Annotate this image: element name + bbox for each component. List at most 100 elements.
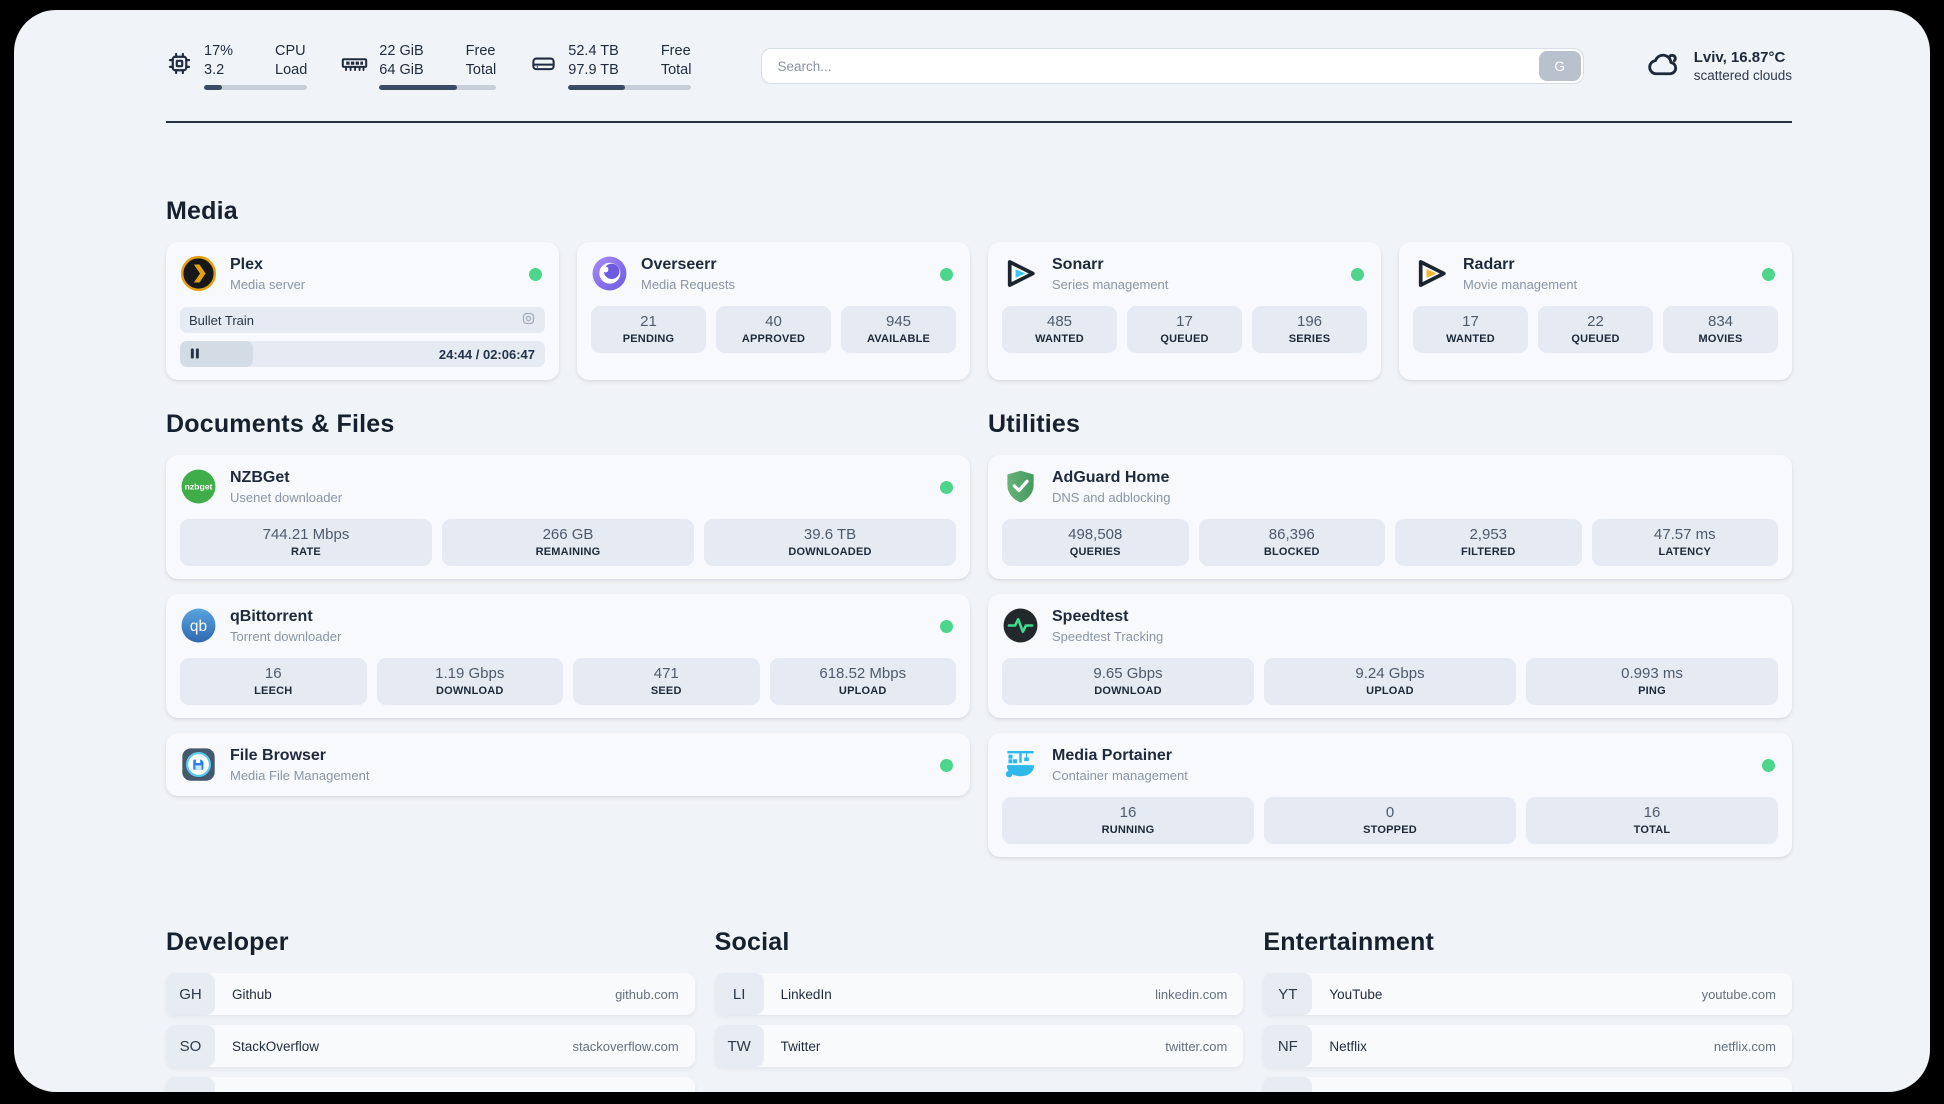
card-filebrowser[interactable]: File Browser Media File Management — [166, 733, 970, 796]
filebrowser-icon — [180, 746, 217, 783]
app-desc: Speedtest Tracking — [1052, 628, 1164, 644]
bookmark-linkedin[interactable]: LI LinkedIn linkedin.com — [714, 973, 1244, 1015]
app-desc: Media server — [230, 276, 306, 292]
stat-upload: 9.24 Gbps UPLOAD — [1264, 658, 1516, 705]
bookmark-url: dev.to — [644, 1091, 694, 1093]
stat-available: 945 AVAILABLE — [841, 306, 956, 353]
bookmark-name: Github — [232, 986, 272, 1002]
status-dot — [1351, 268, 1364, 281]
stat-rate: 744.21 Mbps RATE — [180, 519, 432, 566]
app-name: Media Portainer — [1052, 747, 1173, 765]
status-dot — [940, 268, 953, 281]
disk-label-1: Free — [660, 42, 691, 59]
ram-progress-bar — [379, 85, 497, 91]
app-name: AdGuard Home — [1052, 469, 1170, 487]
app-desc: Torrent downloader — [230, 628, 342, 644]
section-developer: Developer GH Github github.com SO StackO… — [166, 928, 695, 1092]
svg-text:qb: qb — [190, 618, 207, 635]
card-adguard[interactable]: AdGuard Home DNS and adblocking 498,508 Q… — [988, 455, 1792, 579]
cloud-icon — [1646, 46, 1682, 87]
stat-upload: 618.52 Mbps UPLOAD — [769, 658, 956, 705]
cpu-progress-bar — [204, 85, 308, 91]
cpu-label-1: CPU — [275, 42, 306, 59]
bookmark-url: reddit.com — [1715, 1091, 1792, 1093]
cpu-usage-value: 17% — [204, 42, 234, 59]
search-provider-button[interactable]: G — [1538, 51, 1581, 81]
card-nzbget[interactable]: nzbget NZBGet Usenet downloader 744.21 M… — [166, 455, 970, 579]
status-dot — [1762, 268, 1775, 281]
stat-blocked: 86,396 BLOCKED — [1198, 519, 1385, 566]
disk-free-value: 52.4 TB — [568, 42, 619, 59]
weather-widget[interactable]: Lviv, 16.87°C scattered clouds — [1646, 46, 1792, 87]
stat-leech: 16 LEECH — [180, 658, 367, 705]
bookmark-name: DEV — [215, 1091, 260, 1093]
overseerr-icon — [591, 255, 628, 292]
bookmark-url: netflix.com — [1713, 1038, 1776, 1054]
bookmark-url: github.com — [615, 986, 679, 1002]
sonarr-icon — [1002, 255, 1039, 292]
card-sonarr[interactable]: Sonarr Series management 485 WANTED 17 QUE… — [988, 242, 1381, 380]
search-input[interactable] — [761, 48, 1584, 84]
stat-download: 1.19 Gbps DOWNLOAD — [376, 658, 563, 705]
bookmark-abbr: DT — [166, 1077, 215, 1092]
bookmark-netflix[interactable]: NF Netflix netflix.com — [1263, 1025, 1792, 1067]
section-title-social: Social — [714, 928, 790, 956]
bookmark-youtube[interactable]: YT YouTube youtube.com — [1263, 973, 1792, 1015]
card-portainer[interactable]: Media Portainer Container management 16 R… — [988, 733, 1792, 857]
bookmark-twitter[interactable]: TW Twitter twitter.com — [714, 1025, 1244, 1067]
now-playing-row: Bullet Train — [180, 307, 545, 333]
cpu-load-value: 3.2 — [204, 62, 225, 78]
bookmark-name: Netflix — [1329, 1038, 1367, 1054]
playback-elapsed-pill — [180, 341, 253, 367]
app-name: Plex — [230, 256, 263, 274]
status-dot — [1762, 759, 1775, 772]
pause-icon[interactable] — [190, 347, 200, 362]
disk-label-2: Total — [660, 62, 692, 78]
section-title-utilities: Utilities — [988, 410, 1081, 438]
dashboard-page: 17% CPU 3.2 Load 22 GiB Free 64 GiB Tota… — [14, 10, 1930, 1092]
radarr-icon — [1413, 255, 1450, 292]
app-desc: Series management — [1052, 276, 1169, 292]
bookmark-reddit[interactable]: RE Reddit reddit.com — [1263, 1077, 1792, 1092]
ram-total-value: 64 GiB — [379, 62, 424, 78]
header-divider — [166, 121, 1792, 123]
bookmark-abbr: GH — [166, 973, 215, 1015]
search-bar: G — [761, 48, 1584, 84]
stat-latency: 47.57 ms LATENCY — [1591, 519, 1778, 566]
stat-approved: 40 APPROVED — [716, 306, 831, 353]
bookmark-url: youtube.com — [1701, 986, 1776, 1002]
bookmark-abbr: TW — [714, 1025, 764, 1067]
stat-downloaded: 39.6 TB DOWNLOADED — [704, 519, 956, 566]
ram-free-value: 22 GiB — [379, 42, 424, 59]
screen-frame: 17% CPU 3.2 Load 22 GiB Free 64 GiB Tota… — [0, 0, 1944, 1104]
disk-progress-bar — [568, 85, 692, 91]
stat-queued: 22 QUEUED — [1538, 306, 1653, 353]
speedtest-icon — [1002, 607, 1039, 644]
card-radarr[interactable]: Radarr Movie management 17 WANTED 22 QUEUE… — [1399, 242, 1792, 380]
ram-icon — [341, 50, 368, 82]
bookmark-github[interactable]: GH Github github.com — [166, 973, 695, 1015]
bookmark-stackoverflow[interactable]: SO StackOverflow stackoverflow.com — [166, 1025, 695, 1067]
card-overseerr[interactable]: Overseerr Media Requests 21 PENDING 40 APP… — [577, 242, 970, 380]
stat-download: 9.65 Gbps DOWNLOAD — [1002, 658, 1254, 705]
stat-ping: 0.993 ms PING — [1526, 658, 1778, 705]
stat-wanted: 485 WANTED — [1002, 306, 1117, 353]
bookmark-name: Twitter — [780, 1038, 821, 1054]
bookmark-name: StackOverflow — [232, 1038, 320, 1054]
section-title-developer: Developer — [166, 928, 289, 956]
card-qbittorrent[interactable]: qb qBittorrent Torrent downloader 16 LEEC… — [166, 594, 970, 718]
bookmark-dev[interactable]: DT DEV dev.to — [166, 1077, 695, 1092]
app-desc: Media File Management — [230, 767, 370, 783]
app-name: NZBGet — [230, 469, 290, 487]
stat-movies: 834 MOVIES — [1663, 306, 1778, 353]
app-desc: Usenet downloader — [230, 489, 343, 505]
app-desc: Movie management — [1463, 276, 1578, 292]
bookmark-abbr: LI — [714, 973, 764, 1015]
card-speedtest[interactable]: Speedtest Speedtest Tracking 9.65 Gbps DO… — [988, 594, 1792, 718]
playback-progress-row: 24:44 / 02:06:47 — [180, 341, 545, 367]
status-dot — [940, 481, 953, 494]
bookmark-abbr: NF — [1263, 1025, 1313, 1067]
bookmark-name: Reddit — [1312, 1091, 1368, 1093]
card-plex[interactable]: Plex Media server Bullet Train 24:44 / 0… — [166, 242, 559, 380]
bookmark-abbr: SO — [166, 1025, 215, 1067]
